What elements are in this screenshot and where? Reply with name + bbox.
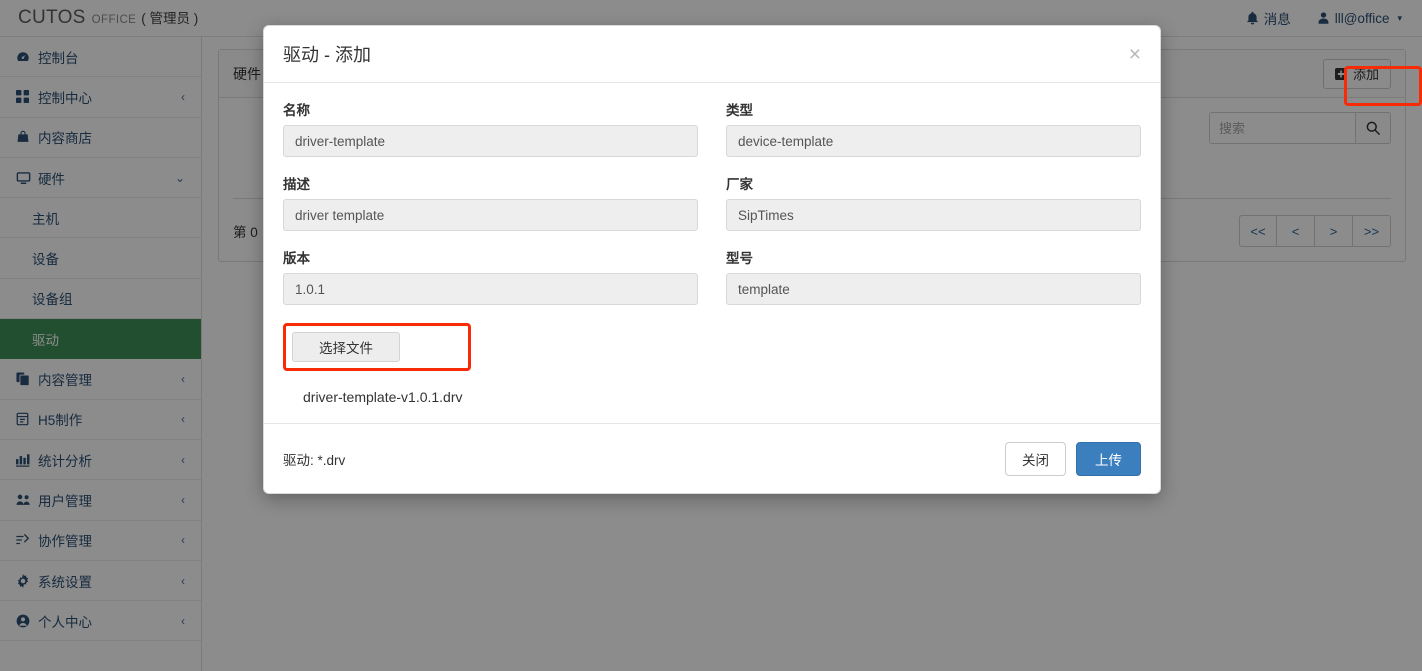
file-upload-zone: 选择文件 driver-template-v1.0.1.drv xyxy=(283,323,1141,405)
description-field[interactable] xyxy=(283,199,698,231)
modal-footer-buttons: 关闭 上传 xyxy=(1005,441,1141,476)
app-root: CUTOS OFFICE ( 管理员 ) 消息 lll@office ▾ 控制台… xyxy=(0,0,1422,671)
model-field[interactable] xyxy=(726,273,1141,305)
type-field[interactable] xyxy=(726,125,1141,157)
modal-body: 名称 类型 描述 厂家 版本 xyxy=(264,83,1160,423)
field-version: 版本 xyxy=(283,247,698,305)
driver-add-modal: 驱动 - 添加 × 名称 类型 描述 厂家 xyxy=(263,25,1161,494)
choose-file-button[interactable]: 选择文件 xyxy=(292,332,400,362)
field-model: 型号 xyxy=(726,247,1141,305)
field-description: 描述 xyxy=(283,173,698,231)
field-type: 类型 xyxy=(726,99,1141,157)
choose-file-highlight: 选择文件 xyxy=(283,323,471,371)
field-name: 名称 xyxy=(283,99,698,157)
selected-file-name: driver-template-v1.0.1.drv xyxy=(303,389,463,405)
name-field[interactable] xyxy=(283,125,698,157)
field-label: 类型 xyxy=(726,103,753,118)
field-label: 厂家 xyxy=(726,177,753,192)
vendor-field[interactable] xyxy=(726,199,1141,231)
close-button[interactable]: 关闭 xyxy=(1005,441,1066,476)
version-field[interactable] xyxy=(283,273,698,305)
field-label: 描述 xyxy=(283,177,310,192)
driver-form: 名称 类型 描述 厂家 版本 xyxy=(283,99,1141,321)
modal-header: 驱动 - 添加 × xyxy=(264,26,1160,83)
field-label: 名称 xyxy=(283,103,310,118)
upload-button[interactable]: 上传 xyxy=(1076,441,1141,476)
field-vendor: 厂家 xyxy=(726,173,1141,231)
modal-footer: 驱动: *.drv 关闭 上传 xyxy=(264,423,1160,493)
field-label: 版本 xyxy=(283,251,310,266)
file-type-note: 驱动: *.drv xyxy=(283,452,346,468)
close-icon[interactable]: × xyxy=(1129,44,1141,65)
field-label: 型号 xyxy=(726,251,753,266)
modal-title: 驱动 - 添加 xyxy=(283,45,371,65)
